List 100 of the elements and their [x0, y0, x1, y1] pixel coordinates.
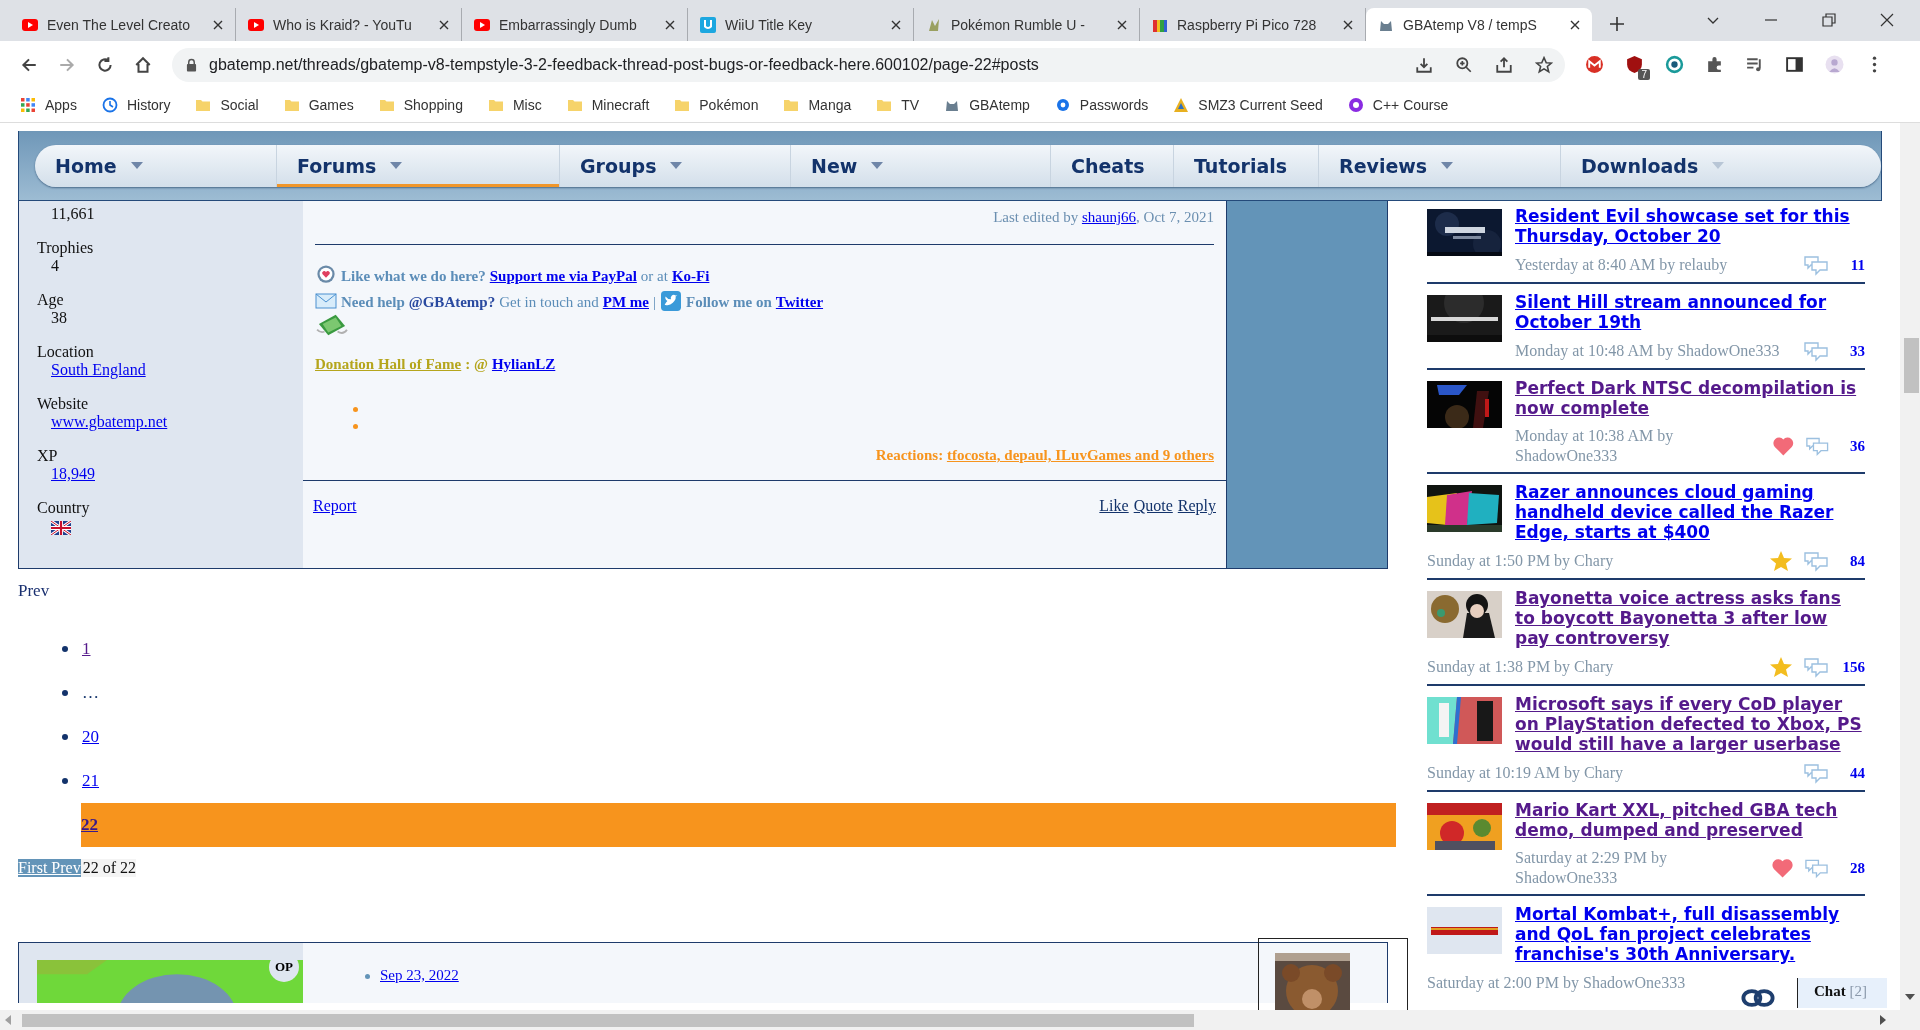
nav-tab[interactable]: New [791, 144, 1051, 187]
signature-text: | [653, 294, 656, 311]
share-icon[interactable] [1495, 55, 1513, 74]
article-link[interactable]: Microsoft says if every CoD player on PlayStation defected to Xbox, PS would still have a larger userbase [1515, 694, 1865, 754]
address-field[interactable]: gbatemp.net/threads/gbatemp-v8-tempstyle-3-2-feedback-thread-post-bugs-or-feedback-here.600102/page-22#posts [172, 47, 1565, 82]
info-link[interactable]: www.gbatemp.net [51, 413, 168, 431]
bookmark[interactable]: Pokémon [674, 97, 759, 113]
browser-tab[interactable]: Embarrassingly Dumb [462, 8, 688, 41]
mail-extension-icon[interactable] [1585, 55, 1604, 74]
bookmark[interactable]: Manga [783, 97, 852, 113]
star-icon [1769, 656, 1793, 678]
nav-tab[interactable]: Forums [277, 144, 560, 187]
close-icon[interactable] [1880, 13, 1894, 27]
article-meta: Monday at 10:48 AM by ShadowOne333 [1515, 341, 1780, 361]
page-position: 22 of 22 [80, 859, 136, 877]
close-icon[interactable] [439, 19, 449, 30]
reading-list-icon[interactable] [1745, 55, 1764, 74]
reload-icon[interactable] [96, 55, 114, 74]
close-icon[interactable] [1570, 19, 1580, 30]
browser-tab[interactable]: GBAtemp V8 / tempS [1366, 8, 1592, 41]
bullet-icon [62, 646, 68, 652]
bookmark[interactable]: TV [876, 97, 920, 113]
install-icon[interactable] [1415, 55, 1433, 74]
article-link[interactable]: Silent Hill stream announced for October 19th [1515, 292, 1865, 332]
browser-tab[interactable]: Pokémon Rumble U - [914, 8, 1140, 41]
bookmark[interactable]: Misc [487, 97, 542, 113]
close-icon[interactable] [1117, 19, 1127, 30]
signature-text: Like what we do here? [341, 268, 486, 285]
comments-icon [1803, 550, 1829, 572]
article-link[interactable]: Bayonetta voice actress asks fans to boycott Bayonetta 3 after low pay controversy [1515, 588, 1865, 648]
post-action-link[interactable]: Quote [1133, 497, 1173, 568]
triangle-icon [1173, 97, 1190, 113]
nav-tab[interactable]: Downloads [1561, 144, 1745, 187]
article-link[interactable]: Razer announces cloud gaming handheld device called the Razer Edge, starts at $400 [1515, 482, 1865, 542]
bookmark[interactable]: Apps [20, 97, 77, 113]
article-link[interactable]: Mario Kart XXL, pitched GBA tech demo, dumped and preserved [1515, 800, 1865, 840]
scrollbar-thumb[interactable] [1904, 338, 1919, 393]
page-link[interactable]: 22 [81, 815, 98, 835]
info-link[interactable]: 18,949 [51, 465, 95, 483]
bookmark[interactable]: GBAtemp [944, 97, 1030, 113]
nav-tab[interactable]: Cheats [1051, 144, 1174, 187]
shield-icon[interactable] [1625, 55, 1644, 74]
bookmark[interactable]: Minecraft [566, 97, 650, 113]
signature-link[interactable]: HylianLZ [491, 356, 556, 373]
close-icon[interactable] [1343, 19, 1353, 30]
page-link[interactable]: 21 [82, 771, 99, 791]
chat-button[interactable]: Chat [2] [1797, 978, 1887, 1008]
article-meta: Sunday at 1:50 PM by Chary [1427, 551, 1614, 571]
post-date-link[interactable]: Sep 23, 2022 [380, 967, 459, 984]
bookmark[interactable]: Passwords [1054, 97, 1149, 113]
bookmark[interactable]: Social [195, 97, 259, 113]
browser-tab[interactable]: Even The Level Creato [10, 8, 236, 41]
zoom-icon[interactable] [1455, 55, 1473, 74]
post-action-link[interactable]: Reply [1177, 497, 1216, 568]
bookmark[interactable]: Games [283, 97, 354, 113]
home-icon[interactable] [134, 55, 152, 74]
signature-text: Follow me on [686, 294, 772, 311]
current-page-bar[interactable]: 22 [81, 803, 1396, 847]
scroll-right-icon[interactable] [1880, 1015, 1886, 1025]
browser-tab[interactable]: Who is Kraid? - YouTu [236, 8, 462, 41]
info-label: Country [37, 499, 91, 517]
article-link[interactable]: Mortal Kombat+, full disassembly and QoL fan project celebrates franchise's 30th Anniversary. [1515, 904, 1865, 964]
info-link[interactable]: South England [51, 361, 146, 379]
nav-tab[interactable]: Groups [560, 144, 791, 187]
signature-link[interactable]: PM me [602, 294, 649, 311]
browser-tab[interactable]: WiiU Title Key [688, 8, 914, 41]
bookmark[interactable]: Shopping [378, 97, 463, 113]
star-icon[interactable] [1535, 55, 1553, 74]
heart-bubble-icon [315, 265, 337, 285]
extensions-icon[interactable] [1705, 55, 1724, 74]
nav-tab[interactable]: Tutorials [1174, 144, 1319, 187]
nav-tab[interactable]: Home [35, 144, 277, 187]
page-link[interactable]: 20 [82, 727, 99, 747]
article-link[interactable]: Perfect Dark NTSC decompilation is now complete [1515, 378, 1865, 418]
close-icon[interactable] [665, 19, 675, 30]
bookmark[interactable]: SMZ3 Current Seed [1173, 97, 1323, 113]
nav-tab[interactable]: Reviews [1319, 144, 1561, 187]
signature-link[interactable]: Support me via PayPal [489, 268, 637, 285]
new-tab-icon[interactable] [1610, 17, 1624, 31]
side-panel-icon[interactable] [1785, 55, 1804, 74]
comment-count: 36 [1849, 437, 1865, 455]
report-link[interactable]: Report [313, 497, 357, 568]
close-icon[interactable] [213, 19, 223, 30]
comments-icon [1804, 435, 1829, 457]
play-icon [22, 16, 38, 33]
page-link[interactable]: 1 [82, 639, 91, 659]
signature-text: or at [640, 268, 668, 285]
comment-count: 11 [1849, 256, 1865, 274]
signature-link[interactable]: Ko-Fi [671, 268, 710, 285]
bookmark[interactable]: History [101, 97, 171, 113]
article-link[interactable]: Resident Evil showcase set for this Thursday, October 20 [1515, 206, 1865, 246]
post-action-link[interactable]: Like [1099, 497, 1129, 568]
ring-icon[interactable] [1665, 55, 1684, 74]
close-icon[interactable] [891, 19, 901, 30]
restore-icon[interactable] [1822, 13, 1836, 27]
scrollbar-thumb[interactable] [22, 1014, 1194, 1027]
bookmark[interactable]: C++ Course [1347, 97, 1449, 113]
scroll-down-icon[interactable] [1905, 994, 1915, 1000]
signature-link[interactable]: Twitter [775, 294, 824, 311]
browser-tab[interactable]: Raspberry Pi Pico 728 [1140, 8, 1366, 41]
